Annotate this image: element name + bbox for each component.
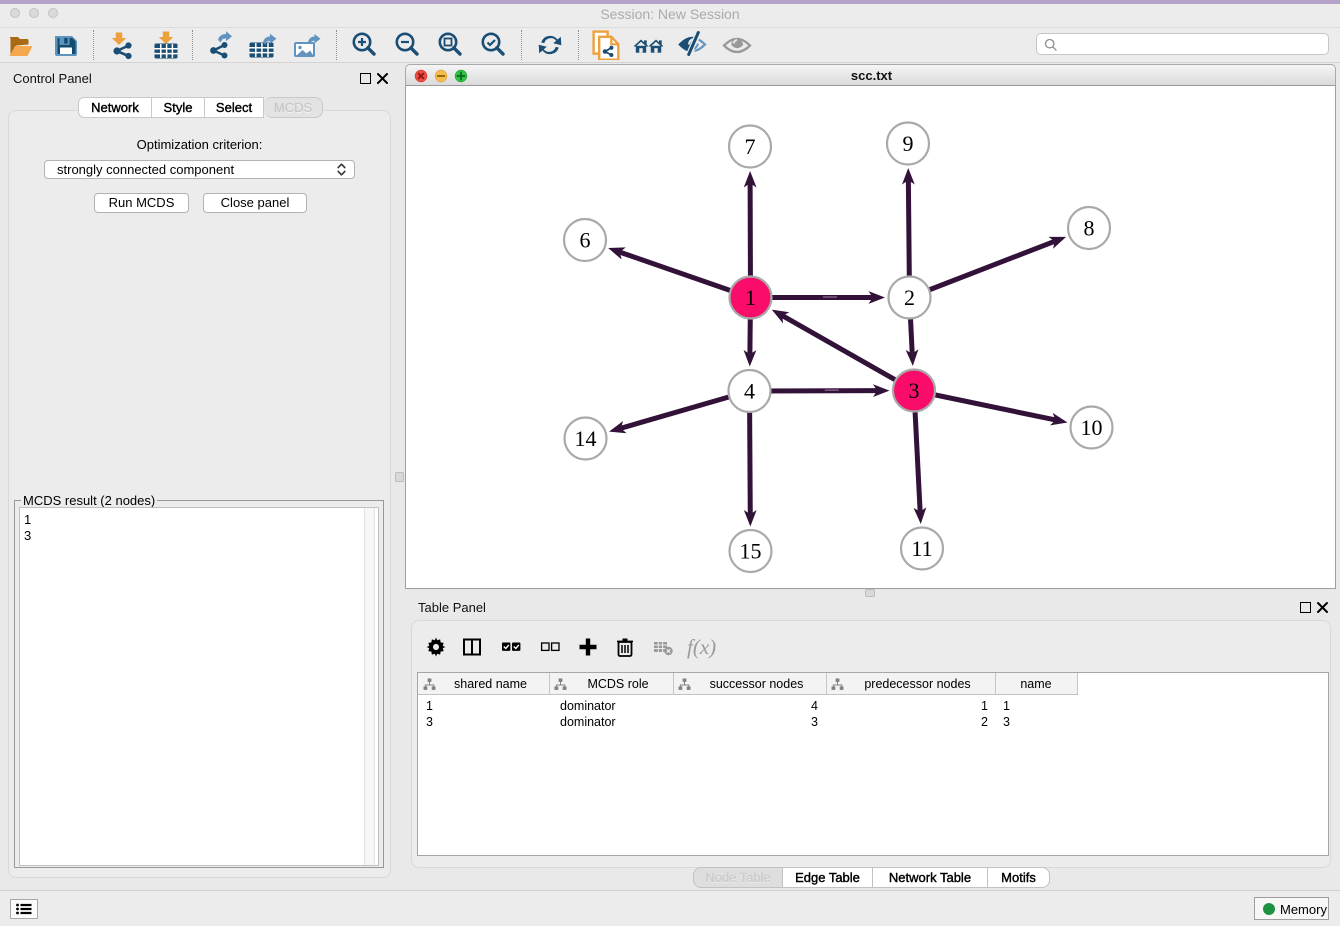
svg-text:15: 15 bbox=[740, 539, 762, 564]
svg-text:10: 10 bbox=[1081, 415, 1103, 440]
svg-text:7: 7 bbox=[745, 134, 756, 159]
svg-text:9: 9 bbox=[903, 131, 914, 156]
svg-text:11: 11 bbox=[911, 536, 932, 561]
svg-text:3: 3 bbox=[909, 378, 920, 403]
svg-text:8: 8 bbox=[1084, 216, 1095, 241]
svg-text:14: 14 bbox=[575, 426, 597, 451]
svg-text:2: 2 bbox=[904, 285, 915, 310]
svg-text:6: 6 bbox=[580, 228, 591, 253]
svg-text:1: 1 bbox=[745, 285, 756, 310]
svg-text:4: 4 bbox=[744, 379, 755, 404]
